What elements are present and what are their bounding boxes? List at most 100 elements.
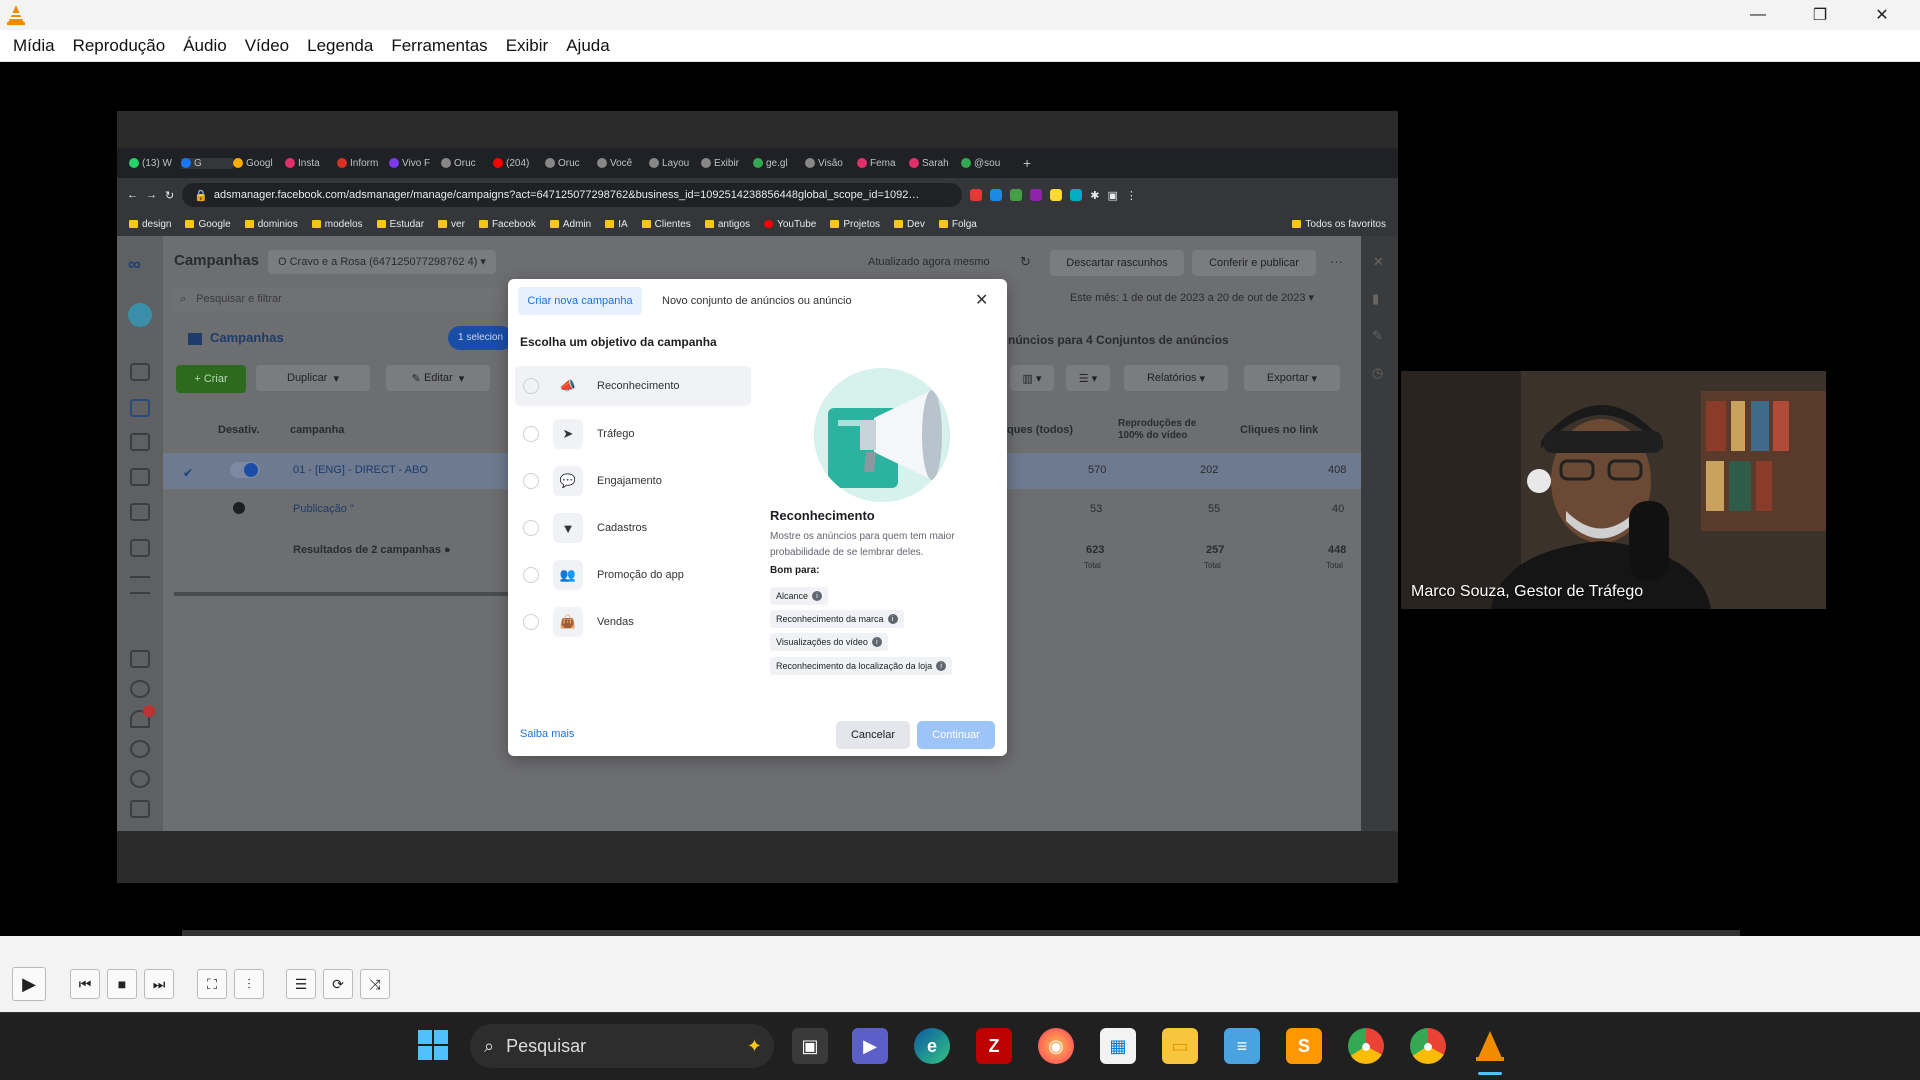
- browser-tab[interactable]: @sou: [961, 158, 1013, 169]
- bookmark-item[interactable]: Google: [185, 219, 231, 230]
- radio-button[interactable]: [523, 378, 539, 394]
- firefox-icon[interactable]: ◉: [1038, 1028, 1074, 1064]
- discard-drafts-button[interactable]: Descartar rascunhos: [1050, 250, 1184, 276]
- browser-tab[interactable]: Sarah: [909, 158, 961, 169]
- search-icon[interactable]: [130, 740, 150, 758]
- info-icon[interactable]: i: [887, 614, 898, 624]
- url-bar[interactable]: 🔒 adsmanager.facebook.com/adsmanager/mana…: [182, 183, 963, 207]
- browser-tab[interactable]: Oruc: [545, 158, 597, 169]
- browser-tab[interactable]: Exibir: [701, 158, 753, 169]
- menu-audio[interactable]: Áudio: [174, 30, 235, 62]
- shuffle-button[interactable]: ⤨: [360, 969, 390, 999]
- refresh-icon[interactable]: ↻: [1020, 254, 1031, 270]
- next-button[interactable]: ⏭: [144, 969, 174, 999]
- sublime-text-icon[interactable]: S: [1286, 1028, 1322, 1064]
- campaign-name-link[interactable]: Publicação ": [293, 503, 354, 515]
- radio-button[interactable]: [523, 567, 539, 583]
- date-range-picker[interactable]: Este mês: 1 de out de 2023 a 20 de out d…: [1070, 291, 1314, 304]
- file-explorer-icon[interactable]: ▭: [1162, 1028, 1198, 1064]
- bookmark-item[interactable]: modelos: [311, 219, 363, 230]
- export-button[interactable]: Exportar ▾: [1244, 365, 1340, 391]
- forward-icon[interactable]: →: [146, 189, 157, 201]
- notepad-icon[interactable]: ≡: [1224, 1028, 1260, 1064]
- bookmark-item[interactable]: dominios: [244, 219, 298, 230]
- selected-badge[interactable]: 1 selecion: [448, 326, 514, 350]
- search-filter-input[interactable]: ⌕ Pesquisar e filtrar: [172, 287, 508, 311]
- extension-icon[interactable]: [1050, 189, 1063, 201]
- browser-tab[interactable]: Vivo F: [389, 158, 441, 169]
- objective-trafego[interactable]: ➤ Tráfego: [515, 414, 751, 454]
- store-icon[interactable]: ▦: [1100, 1028, 1136, 1064]
- bookmark-item[interactable]: Admin: [549, 219, 591, 230]
- reports-icon[interactable]: [130, 433, 150, 451]
- duplicate-button[interactable]: Duplicar ▾: [256, 365, 370, 391]
- loop-button[interactable]: ⟳: [323, 969, 353, 999]
- browser-tab[interactable]: Inform: [337, 158, 389, 169]
- minimize-button[interactable]: —: [1728, 0, 1788, 30]
- play-button[interactable]: ▶: [12, 967, 46, 1001]
- create-button[interactable]: + Criar: [176, 365, 246, 393]
- bookmark-item[interactable]: Facebook: [478, 219, 536, 230]
- filezilla-icon[interactable]: Z: [976, 1028, 1012, 1064]
- more-icon[interactable]: ···: [1330, 254, 1343, 269]
- browser-tab[interactable]: (204): [493, 158, 545, 169]
- col-header-video-views[interactable]: Reproduções de 100% do vídeo: [1118, 418, 1218, 442]
- browser-tab-active[interactable]: G: [181, 157, 233, 169]
- bookmark-item[interactable]: YouTube: [764, 219, 816, 230]
- browser-tab[interactable]: ge.gl: [753, 158, 805, 169]
- extensions-puzzle-icon[interactable]: ✱: [1090, 189, 1099, 202]
- objective-vendas[interactable]: 👜 Vendas: [515, 602, 751, 642]
- menu-ajuda[interactable]: Ajuda: [557, 30, 618, 62]
- radio-button[interactable]: [523, 426, 539, 442]
- radio-button[interactable]: [523, 614, 539, 630]
- browser-tab[interactable]: Você: [597, 158, 649, 169]
- col-header-toggle[interactable]: Desativ.: [218, 424, 259, 436]
- meta-logo-icon[interactable]: ∞: [128, 254, 141, 275]
- objective-reconhecimento[interactable]: 📣 Reconhecimento: [515, 366, 751, 406]
- tab-campanhas[interactable]: Campanhas: [188, 330, 284, 345]
- extension-icon[interactable]: [1030, 189, 1043, 201]
- bookmark-item[interactable]: IA: [605, 219, 628, 230]
- tab-new-campaign[interactable]: Criar nova campanha: [518, 287, 642, 315]
- objective-engajamento[interactable]: 💬 Engajamento: [515, 461, 751, 501]
- bookmark-item[interactable]: Estudar: [376, 219, 424, 230]
- clock-icon[interactable]: ◷: [1372, 365, 1383, 381]
- toggle-on[interactable]: [230, 462, 260, 478]
- chrome-profile-icon[interactable]: ●: [1410, 1028, 1446, 1064]
- col-header-clicks-all[interactable]: iques (todos): [1004, 424, 1073, 436]
- info-icon[interactable]: i: [871, 637, 882, 647]
- breakdown-button[interactable]: ☰ ▾: [1066, 365, 1110, 391]
- bookmark-item[interactable]: Dev: [894, 219, 925, 230]
- bookmark-item[interactable]: Projetos: [830, 219, 880, 230]
- extension-icon[interactable]: [1070, 189, 1083, 201]
- menu-legenda[interactable]: Legenda: [298, 30, 382, 62]
- bookmark-item[interactable]: Clientes: [641, 219, 691, 230]
- info-icon[interactable]: i: [812, 591, 823, 601]
- browser-tab[interactable]: Visão: [805, 158, 857, 169]
- sidepanel-icon[interactable]: ▣: [1107, 189, 1117, 202]
- bookmark-item[interactable]: ver: [438, 219, 465, 230]
- help-icon[interactable]: [130, 770, 150, 788]
- billing-icon[interactable]: [130, 539, 150, 557]
- chrome-icon[interactable]: ●: [1348, 1028, 1384, 1064]
- windows-start-icon[interactable]: [417, 1029, 449, 1061]
- pencil-icon[interactable]: ✎: [1372, 328, 1383, 344]
- vlc-taskbar-icon[interactable]: [1472, 1028, 1508, 1064]
- info-icon[interactable]: i: [936, 661, 947, 671]
- horizontal-scrollbar[interactable]: [174, 592, 508, 596]
- dashboard-icon[interactable]: [130, 363, 150, 381]
- reload-icon[interactable]: ↻: [165, 189, 174, 202]
- new-tab-icon[interactable]: +: [1023, 155, 1031, 171]
- browser-tab[interactable]: Insta: [285, 158, 337, 169]
- radio-button[interactable]: [523, 520, 539, 536]
- toggle-off[interactable]: [233, 502, 245, 514]
- extended-settings-button[interactable]: ⫶: [234, 969, 264, 999]
- pages-icon[interactable]: [130, 650, 150, 668]
- bookmark-item[interactable]: Folga: [938, 219, 977, 230]
- columns-button[interactable]: ▥ ▾: [1010, 365, 1054, 391]
- menu-exibir[interactable]: Exibir: [497, 30, 558, 62]
- browser-tab[interactable]: Layou: [649, 158, 701, 169]
- bookmark-all[interactable]: Todos os favoritos: [1292, 219, 1386, 230]
- objective-promocao-app[interactable]: 👥 Promoção do app: [515, 555, 751, 595]
- browser-tab[interactable]: Googl: [233, 158, 285, 169]
